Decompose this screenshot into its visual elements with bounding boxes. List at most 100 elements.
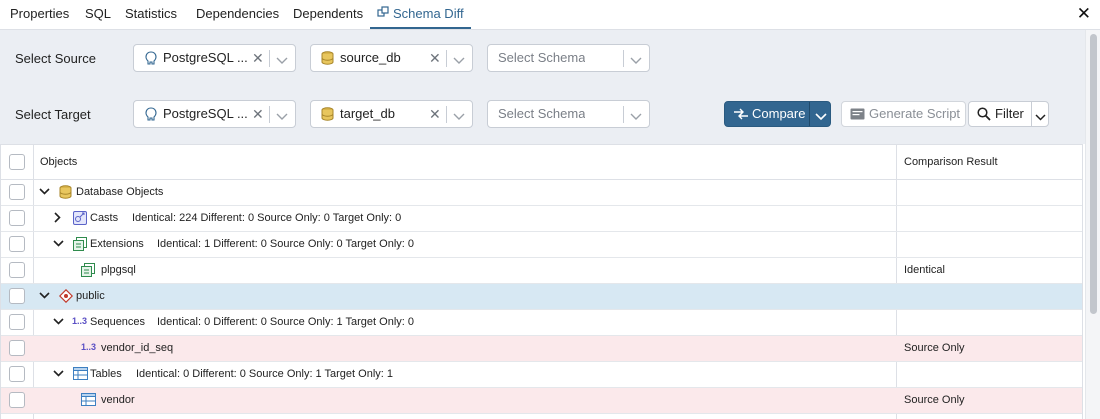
objects-column-header: Objects xyxy=(40,156,78,168)
clear-icon[interactable]: ✕ xyxy=(252,104,264,124)
source-server-select[interactable]: PostgreSQL ... ✕ xyxy=(133,44,296,72)
compare-button-label: Compare xyxy=(752,106,806,121)
target-schema-select[interactable]: Select Schema xyxy=(487,100,650,128)
tree-row[interactable]: Extensions Identical: 1 Different: 0 Sou… xyxy=(1,232,1082,258)
chevron-down-icon[interactable] xyxy=(630,53,642,68)
sequence-icon: 1..3 xyxy=(81,342,97,352)
select-separator xyxy=(269,106,270,123)
tree-row[interactable]: Database Objects xyxy=(1,180,1082,206)
table-icon xyxy=(81,393,96,409)
server-icon xyxy=(144,51,158,68)
source-server-value: PostgreSQL ... xyxy=(163,50,248,65)
tab-sql[interactable]: SQL xyxy=(85,0,111,29)
database-icon xyxy=(59,185,72,202)
chevron-down-icon[interactable] xyxy=(453,109,465,124)
tab-statistics[interactable]: Statistics xyxy=(125,0,177,29)
source-database-value: source_db xyxy=(340,50,401,65)
chevron-down-icon xyxy=(1035,110,1046,125)
node-label: Extensions xyxy=(90,238,144,250)
grid-header: Objects Comparison Result xyxy=(1,145,1082,180)
chevron-down-icon[interactable] xyxy=(815,109,827,124)
row-checkbox[interactable] xyxy=(9,340,25,356)
scrollbar-thumb[interactable] xyxy=(1090,34,1097,314)
sequence-icon: 1..3 xyxy=(72,316,88,326)
node-label: Sequences xyxy=(90,316,146,328)
source-schema-placeholder: Select Schema xyxy=(498,50,586,65)
chevron-down-icon[interactable] xyxy=(53,317,64,329)
row-checkbox[interactable] xyxy=(9,314,25,330)
tree-row[interactable]: Casts Identical: 224 Different: 0 Source… xyxy=(1,206,1082,232)
target-schema-placeholder: Select Schema xyxy=(498,106,586,121)
chevron-down-icon[interactable] xyxy=(39,187,50,199)
close-icon[interactable]: ✕ xyxy=(1077,5,1091,23)
schema-diff-controls: Select Source PostgreSQL ... ✕ source_db… xyxy=(0,30,1085,144)
vertical-scrollbar[interactable] xyxy=(1085,30,1100,419)
select-separator xyxy=(446,50,447,67)
button-split xyxy=(809,102,810,126)
filter-dropdown-button[interactable] xyxy=(1031,101,1049,127)
script-icon xyxy=(850,108,865,123)
node-label: vendor_id_seq xyxy=(101,342,174,354)
chevron-down-icon[interactable] xyxy=(53,239,64,251)
comparison-result: Identical xyxy=(904,264,945,276)
node-summary: Identical: 0 Different: 0 Source Only: 1… xyxy=(157,316,415,328)
tab-schema-diff-label: Schema Diff xyxy=(393,6,464,21)
source-database-select[interactable]: source_db ✕ xyxy=(310,44,473,72)
node-label: vendor xyxy=(101,394,135,406)
tab-dependencies[interactable]: Dependencies xyxy=(196,0,279,29)
tree-row[interactable]: public xyxy=(1,284,1082,310)
row-checkbox[interactable] xyxy=(9,236,25,252)
row-checkbox[interactable] xyxy=(9,184,25,200)
extension-icon xyxy=(73,237,87,254)
target-server-select[interactable]: PostgreSQL ... ✕ xyxy=(133,100,296,128)
tree-row[interactable]: 1..3 Sequences Identical: 0 Different: 0… xyxy=(1,310,1082,336)
node-summary: Identical: 1 Different: 0 Source Only: 0… xyxy=(157,238,415,250)
chevron-down-icon[interactable] xyxy=(276,109,288,124)
tab-schema-diff[interactable]: Schema Diff xyxy=(370,0,471,29)
tab-properties[interactable]: Properties xyxy=(10,0,69,29)
schema-diff-icon xyxy=(377,0,389,28)
row-checkbox[interactable] xyxy=(9,392,25,408)
table-icon xyxy=(73,367,88,383)
comparison-result: Source Only xyxy=(904,394,965,406)
generate-script-label: Generate Script xyxy=(869,106,961,121)
target-database-select[interactable]: target_db ✕ xyxy=(310,100,473,128)
source-schema-select[interactable]: Select Schema xyxy=(487,44,650,72)
comparison-result: Source Only xyxy=(904,342,965,354)
tree-row[interactable]: vendor Source Only xyxy=(1,388,1082,414)
clear-icon[interactable]: ✕ xyxy=(429,48,441,68)
select-separator xyxy=(269,50,270,67)
tree-row[interactable]: 1..3 vendor_id_seq Source Only xyxy=(1,336,1082,362)
target-database-value: target_db xyxy=(340,106,395,121)
select-separator xyxy=(446,106,447,123)
clear-icon[interactable]: ✕ xyxy=(252,48,264,68)
comparison-result-column-header: Comparison Result xyxy=(904,156,998,168)
generate-script-button[interactable]: Generate Script xyxy=(841,101,966,127)
chevron-down-icon[interactable] xyxy=(39,291,50,303)
chevron-down-icon[interactable] xyxy=(276,53,288,68)
database-icon xyxy=(321,107,334,124)
select-source-label: Select Source xyxy=(15,51,96,66)
node-label: Database Objects xyxy=(76,186,164,198)
row-checkbox[interactable] xyxy=(9,366,25,382)
chevron-right-icon[interactable] xyxy=(54,212,62,226)
select-all-checkbox[interactable] xyxy=(9,154,25,170)
row-checkbox[interactable] xyxy=(9,288,25,304)
chevron-down-icon[interactable] xyxy=(630,109,642,124)
select-target-label: Select Target xyxy=(15,107,91,122)
tab-bar: Properties SQL Statistics Dependencies D… xyxy=(0,0,1100,30)
tree-row[interactable]: plpgsql Identical xyxy=(1,258,1082,284)
column-separator xyxy=(33,145,34,180)
node-label: plpgsql xyxy=(101,264,136,276)
node-label: public xyxy=(76,290,105,302)
tab-dependents[interactable]: Dependents xyxy=(293,0,363,29)
filter-button[interactable]: Filter xyxy=(968,101,1032,127)
compare-button[interactable]: Compare xyxy=(724,101,831,127)
clear-icon[interactable]: ✕ xyxy=(429,104,441,124)
row-checkbox[interactable] xyxy=(9,262,25,278)
select-separator xyxy=(623,106,624,123)
row-checkbox[interactable] xyxy=(9,210,25,226)
tree-row[interactable]: Tables Identical: 0 Different: 0 Source … xyxy=(1,362,1082,388)
chevron-down-icon[interactable] xyxy=(53,369,64,381)
chevron-down-icon[interactable] xyxy=(453,53,465,68)
